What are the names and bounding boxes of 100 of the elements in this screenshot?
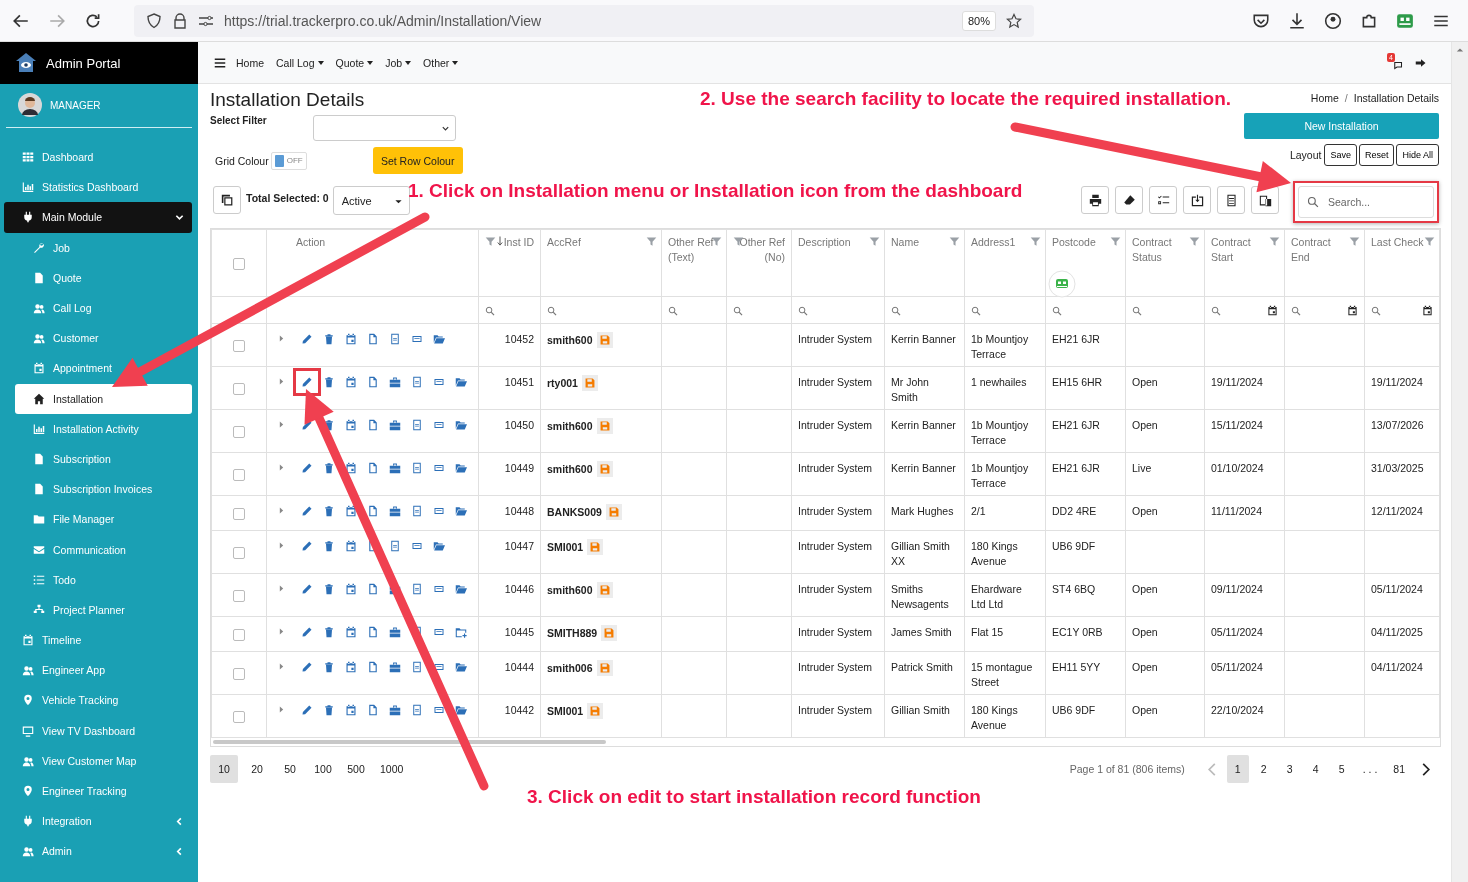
page-link[interactable]: 1 xyxy=(1226,755,1249,783)
folder-icon[interactable] xyxy=(455,583,467,595)
column-header[interactable]: Contract End xyxy=(1284,229,1365,297)
calendar-icon[interactable] xyxy=(345,661,357,673)
save-icon[interactable] xyxy=(605,504,622,520)
select-all-checkbox[interactable] xyxy=(233,257,245,270)
pdf-file-icon[interactable] xyxy=(411,505,423,517)
page-size-option[interactable]: 100 xyxy=(309,755,337,783)
word-file-icon[interactable] xyxy=(411,540,423,552)
calendar-icon[interactable] xyxy=(345,505,357,517)
row-checkbox[interactable] xyxy=(233,507,245,520)
menu-icon[interactable] xyxy=(214,56,226,69)
account-icon[interactable] xyxy=(1324,11,1342,30)
sidebar-item[interactable]: Dashboard xyxy=(4,142,192,173)
edit-icon[interactable] xyxy=(301,540,313,552)
next-page-icon[interactable] xyxy=(1421,761,1431,777)
delete-icon[interactable] xyxy=(323,661,335,673)
search-field[interactable]: Search... xyxy=(1298,186,1434,218)
word-file-icon[interactable] xyxy=(433,583,445,595)
sidebar-item[interactable]: Call Log xyxy=(15,292,192,324)
row-checkbox[interactable] xyxy=(233,468,245,481)
folder-icon[interactable] xyxy=(455,462,467,474)
toolbox-icon[interactable] xyxy=(389,462,401,474)
folder-plus-icon[interactable] xyxy=(455,626,467,638)
pdf-file-icon[interactable] xyxy=(411,661,423,673)
sidebar-item[interactable]: View TV Dashboard xyxy=(4,715,192,746)
column-header[interactable]: Contract Start xyxy=(1204,229,1285,297)
save-icon[interactable] xyxy=(581,375,598,391)
folder-icon[interactable] xyxy=(455,704,467,716)
calendar-icon[interactable] xyxy=(345,333,357,345)
column-header[interactable]: Other Ref (No) xyxy=(726,229,792,297)
save-icon[interactable] xyxy=(587,703,604,719)
column-header[interactable]: Inst ID xyxy=(478,229,541,297)
file-icon[interactable] xyxy=(367,333,379,345)
download-icon[interactable] xyxy=(1288,11,1306,30)
file-icon[interactable] xyxy=(367,505,379,517)
nav-link[interactable]: Home xyxy=(236,56,264,69)
row-checkbox[interactable] xyxy=(233,382,245,395)
sidebar-item[interactable]: Statistics Dashboard xyxy=(4,172,192,203)
sidebar-item[interactable]: Job xyxy=(15,232,192,263)
sidebar-item[interactable]: Admin xyxy=(4,836,192,867)
folder-icon[interactable] xyxy=(455,661,467,673)
edit-icon[interactable] xyxy=(301,583,313,595)
edit-icon[interactable] xyxy=(301,626,313,638)
breadcrumb-link[interactable]: Home xyxy=(1310,92,1339,104)
toolbox-icon[interactable] xyxy=(389,376,401,388)
page-link[interactable]: 81 xyxy=(1387,755,1411,783)
save-icon[interactable] xyxy=(596,332,613,348)
expand-caret-icon[interactable] xyxy=(279,706,284,713)
calendar-icon[interactable] xyxy=(345,583,357,595)
word-file-icon[interactable] xyxy=(433,376,445,388)
expand-caret-icon[interactable] xyxy=(279,464,284,471)
delete-icon[interactable] xyxy=(323,333,335,345)
pdf-file-icon[interactable] xyxy=(411,376,423,388)
column-header[interactable]: Postcode xyxy=(1045,229,1126,297)
file-icon[interactable] xyxy=(367,376,379,388)
pdf-file-icon[interactable] xyxy=(389,540,401,552)
edit-icon[interactable] xyxy=(301,419,313,431)
save-icon[interactable] xyxy=(596,582,613,598)
sidebar-item[interactable]: View Customer Map xyxy=(4,745,192,776)
pdf-file-icon[interactable] xyxy=(411,419,423,431)
column-header[interactable]: AccRef xyxy=(540,229,662,297)
address-bar[interactable]: https://trial.trackerpro.co.uk/Admin/Installation/View 80% xyxy=(134,4,1034,37)
word-file-icon[interactable] xyxy=(433,661,445,673)
sidebar-item[interactable]: Subscription Invoices xyxy=(15,474,192,505)
column-header[interactable]: Contract Status xyxy=(1125,229,1205,297)
row-checkbox[interactable] xyxy=(233,628,245,641)
row-checkbox[interactable] xyxy=(233,589,245,602)
nav-link[interactable]: Job xyxy=(385,56,412,69)
delete-icon[interactable] xyxy=(323,419,335,431)
sidebar-item[interactable]: File Manager xyxy=(15,504,192,535)
page-link[interactable]: 3 xyxy=(1278,755,1301,783)
save-icon[interactable] xyxy=(596,418,613,434)
toolbox-icon[interactable] xyxy=(389,505,401,517)
expand-caret-icon[interactable] xyxy=(279,421,284,428)
save-icon[interactable] xyxy=(601,625,618,641)
status-dropdown[interactable]: Active xyxy=(332,186,410,215)
layout-button[interactable]: Hide All xyxy=(1396,144,1439,166)
extension-icon[interactable] xyxy=(1396,11,1414,30)
layout-button[interactable]: Reset xyxy=(1358,144,1395,166)
toolbox-icon[interactable] xyxy=(389,704,401,716)
new-installation-button[interactable]: New Installation xyxy=(1244,113,1439,139)
columns-button[interactable] xyxy=(1251,186,1279,214)
expand-caret-icon[interactable] xyxy=(279,507,284,514)
column-header[interactable]: Description xyxy=(791,229,885,297)
pdf-file-icon[interactable] xyxy=(389,333,401,345)
spreadsheet-button[interactable] xyxy=(1217,186,1245,214)
page-link[interactable]: 5 xyxy=(1330,755,1353,783)
sidebar-item[interactable]: Main Module xyxy=(4,202,192,233)
sidebar-item[interactable]: Quote xyxy=(15,262,192,293)
sidebar-item[interactable]: Engineer Tracking xyxy=(4,775,192,807)
page-link[interactable]: 4 xyxy=(1304,755,1327,783)
delete-icon[interactable] xyxy=(323,462,335,474)
sidebar-item[interactable]: Subscription xyxy=(15,443,192,475)
checklist-button[interactable] xyxy=(1149,186,1177,214)
sidebar-item[interactable]: Vehicle Tracking xyxy=(4,685,192,716)
nav-link[interactable]: Call Log xyxy=(276,56,324,69)
page-size-option[interactable]: 50 xyxy=(276,755,304,783)
word-file-icon[interactable] xyxy=(433,462,445,474)
file-icon[interactable] xyxy=(367,626,379,638)
